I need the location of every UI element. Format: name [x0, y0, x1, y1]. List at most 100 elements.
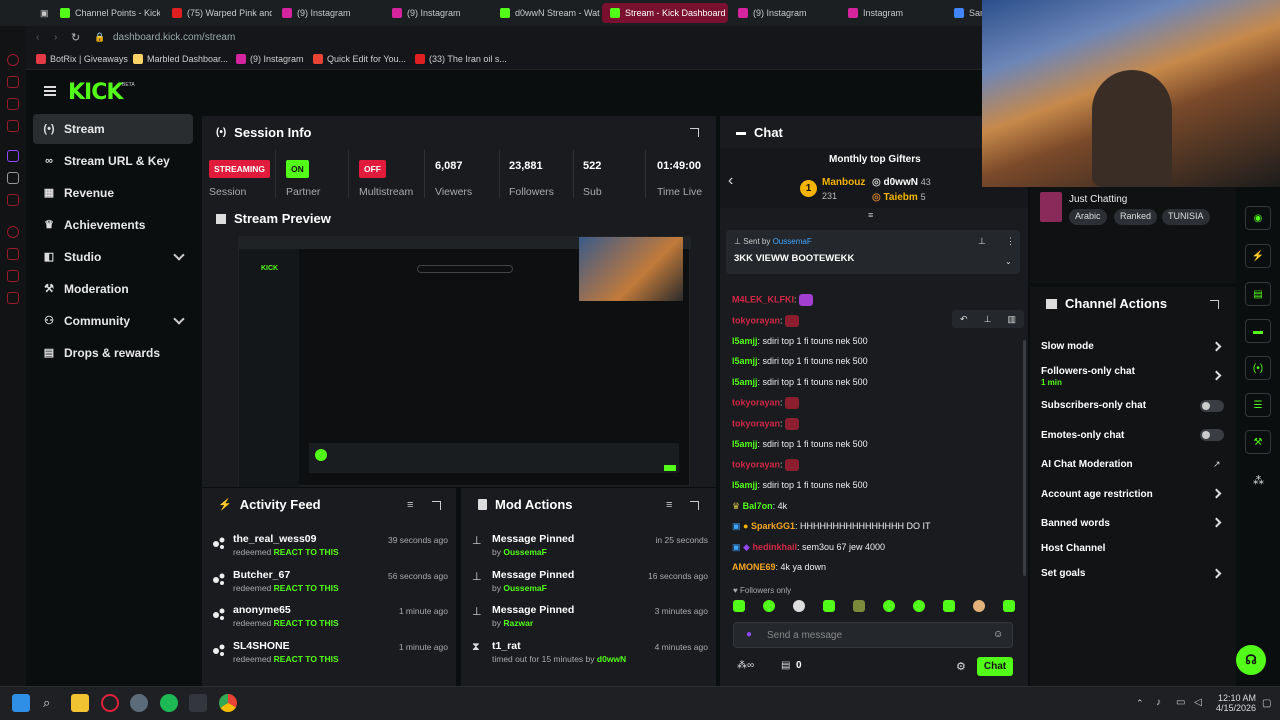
microphone-icon[interactable]: ● [746, 629, 752, 640]
chat-scrollbar[interactable] [1023, 340, 1026, 576]
action-banned-words[interactable]: Banned words [1041, 518, 1110, 529]
more-options-icon[interactable]: ⋮ [1006, 236, 1015, 247]
spotify-icon[interactable] [160, 694, 178, 712]
steam-icon[interactable] [130, 694, 148, 712]
points-infinity-icon[interactable]: ⁂∞ [737, 660, 754, 671]
action-followers-only-chat[interactable]: Followers-only chat [1041, 366, 1135, 377]
browser-tab[interactable]: d0wwN Stream - Watch [492, 3, 600, 23]
instagram-icon[interactable] [7, 120, 19, 132]
chat-message[interactable]: ▣ ● SparkGG1: HHHHHHHHHHHHHHHH DO IT [732, 521, 931, 532]
sidebar-item-achievements[interactable]: ♛ Achievements [33, 210, 193, 240]
bolt-icon[interactable]: ⚡ [1245, 244, 1271, 268]
microphone-icon[interactable]: ♪ [1156, 697, 1161, 708]
chat-message[interactable]: AMONE69: 4k ya down [732, 562, 826, 572]
heart-icon[interactable] [7, 270, 19, 282]
tray-chevron-icon[interactable]: ⌃ [1136, 698, 1144, 709]
youtube-icon[interactable] [7, 194, 19, 206]
chevron-down-icon[interactable]: ⌄ [1005, 257, 1012, 266]
aria-icon[interactable] [7, 76, 19, 88]
collapse-icon[interactable]: ≡ [868, 210, 873, 220]
file-explorer-icon[interactable] [71, 694, 89, 712]
gifter-row[interactable]: ◎ Taiebm 5 [872, 192, 926, 203]
camera-icon[interactable]: ◉ [1245, 206, 1271, 230]
x-icon[interactable] [7, 172, 19, 184]
bookmark-item[interactable]: (33) The Iran oil s... [415, 54, 507, 64]
action-set-goals[interactable]: Set goals [1041, 568, 1085, 579]
bookmark-item[interactable]: (9) Instagram [236, 54, 304, 64]
subscribers-only-toggle[interactable] [1200, 400, 1224, 412]
chat-message[interactable]: l5amjj: sdiri top 1 fi touns nek 500 [732, 439, 868, 449]
stream-preview-video[interactable]: KICK [238, 236, 691, 487]
chat-message[interactable]: ▣ ◆ hedinkhail: sem3ou 67 jew 4000 [732, 542, 885, 553]
bookmark-item[interactable]: Quick Edit for You... [313, 54, 406, 64]
twitch-icon[interactable] [7, 150, 19, 162]
popout-icon[interactable] [690, 501, 699, 510]
action-account-age-restriction[interactable]: Account age restriction [1041, 489, 1153, 500]
send-chat-button[interactable]: Chat [977, 657, 1013, 676]
chat-message[interactable]: tokyorayan: [732, 459, 800, 471]
browser-tab[interactable]: Sam [946, 3, 986, 23]
network-icon[interactable]: ▭ [1176, 697, 1185, 708]
support-headset-icon[interactable]: ☊ [1236, 645, 1266, 675]
popout-icon[interactable] [432, 501, 441, 510]
app-icon[interactable] [189, 694, 207, 712]
messenger-icon[interactable] [7, 98, 19, 110]
windows-start-icon[interactable] [12, 694, 30, 712]
filter-icon[interactable]: ≡ [407, 499, 413, 511]
gifter-row[interactable]: ◎ d0wwN 43 [872, 177, 931, 188]
chat-input[interactable]: ● Send a message ☺ [733, 622, 1013, 648]
browser-tab[interactable]: Channel Points - Kick [52, 3, 160, 23]
filter-icon[interactable]: ≡ [666, 499, 672, 511]
chevron-left-icon[interactable]: ‹ [728, 172, 733, 190]
back-icon[interactable]: ‹ [36, 32, 39, 43]
gifter-name[interactable]: Manbouz [822, 177, 865, 188]
category-name[interactable]: Just Chatting [1069, 194, 1127, 205]
browser-tab[interactable]: Instagram [840, 3, 940, 23]
browser-tab[interactable]: (75) Warped Pink and [164, 3, 272, 23]
clipboard-icon[interactable]: ▤ [1245, 282, 1271, 306]
category-thumbnail[interactable] [1040, 192, 1062, 222]
popout-icon[interactable] [1210, 300, 1219, 309]
emoji-icon[interactable]: ☺ [993, 629, 1003, 640]
chat-message[interactable]: ♛ Bal7on: 4k [732, 501, 787, 512]
action-host-channel[interactable]: Host Channel [1041, 543, 1105, 554]
browser-tab-active[interactable]: Stream - Kick Dashboard [602, 3, 728, 23]
emote-icon[interactable] [1003, 600, 1015, 612]
browser-tab[interactable]: (9) Instagram [730, 3, 836, 23]
browser-tab[interactable]: (9) Instagram [274, 3, 382, 23]
search-icon[interactable]: ⌕ [43, 695, 50, 711]
wrench-icon[interactable]: ⚒ [1245, 430, 1271, 454]
notification-icon[interactable]: ▢ [1262, 698, 1271, 709]
external-link-icon[interactable]: ↗ [1213, 459, 1221, 470]
chat-message[interactable]: M4LEK_KLFKI: [732, 294, 814, 306]
stream-tag[interactable]: Arabic [1069, 209, 1107, 225]
chat-message[interactable]: l5amjj: sdiri top 1 fi touns nek 500 [732, 336, 868, 346]
chat-message[interactable]: tokyorayan: [732, 418, 800, 430]
opera-icon[interactable] [7, 54, 19, 66]
popout-icon[interactable] [690, 128, 699, 137]
emote-icon[interactable] [763, 600, 775, 612]
sidebar-item-stream-url-key[interactable]: ∞ Stream URL & Key [33, 146, 193, 176]
bookmark-item[interactable]: BotRix | Giveaways [36, 54, 128, 64]
delete-icon[interactable]: ▥ [1007, 314, 1016, 325]
emote-icon[interactable] [973, 600, 985, 612]
sidebar-item-moderation[interactable]: ⚒ Moderation [33, 274, 193, 304]
kick-logo[interactable]: KICK [68, 80, 123, 105]
chat-message[interactable]: tokyorayan: [732, 397, 800, 409]
browser-tab[interactable]: (9) Instagram [384, 3, 492, 23]
action-slow-mode[interactable]: Slow mode [1041, 341, 1094, 352]
action-ai-chat-moderation[interactable]: AI Chat Moderation [1041, 459, 1133, 470]
emote-icon[interactable] [943, 600, 955, 612]
sidebar-item-drops-rewards[interactable]: ▤ Drops & rewards [33, 338, 193, 368]
pin-icon[interactable]: ⊥ [984, 314, 992, 325]
emote-icon[interactable] [913, 600, 925, 612]
url-text[interactable]: dashboard.kick.com/stream [113, 32, 235, 43]
store-icon[interactable]: ▤ [781, 660, 790, 671]
chat-message[interactable]: tokyorayan: [732, 315, 800, 327]
sidebar-item-stream[interactable]: (•) Stream [33, 114, 193, 144]
stream-tag[interactable]: TUNISIA [1162, 209, 1210, 225]
emote-icon[interactable] [883, 600, 895, 612]
download-icon[interactable] [7, 248, 19, 260]
chat-bubble-icon[interactable]: ▬ [1245, 319, 1271, 343]
emote-icon[interactable] [853, 600, 865, 612]
